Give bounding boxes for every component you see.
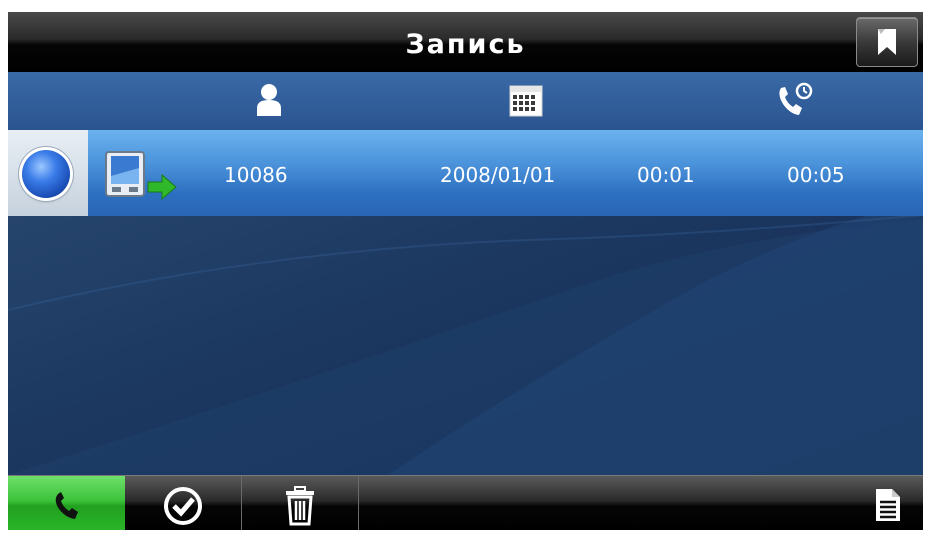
delete-button[interactable] bbox=[242, 476, 358, 530]
record-time: 00:01 bbox=[637, 163, 695, 187]
person-icon bbox=[257, 84, 281, 116]
document-icon bbox=[876, 488, 900, 521]
menu-button[interactable] bbox=[827, 476, 923, 530]
column-header bbox=[8, 72, 923, 131]
back-flag-icon bbox=[878, 29, 896, 55]
title-bar: Запись bbox=[8, 12, 923, 72]
trash-icon bbox=[286, 485, 314, 525]
record-row[interactable]: 10086 2008/01/01 00:01 00:05 bbox=[8, 130, 923, 216]
bottom-toolbar bbox=[8, 475, 923, 530]
selection-radio[interactable] bbox=[22, 150, 70, 198]
confirm-button[interactable] bbox=[125, 476, 241, 530]
select-cell[interactable] bbox=[8, 130, 88, 216]
record-duration: 00:05 bbox=[787, 163, 845, 187]
calendar-icon bbox=[509, 85, 543, 117]
app-screen: Запись 10086 2008/01/01 00:01 00:05 bbox=[8, 12, 923, 530]
page-title: Запись bbox=[405, 29, 526, 60]
record-number: 10086 bbox=[224, 163, 288, 187]
call-button[interactable] bbox=[8, 476, 125, 530]
record-date: 2008/01/01 bbox=[440, 163, 556, 187]
back-button[interactable] bbox=[856, 17, 918, 67]
toolbar-divider bbox=[358, 476, 359, 530]
checkmark-icon bbox=[164, 486, 202, 525]
outgoing-call-icon bbox=[105, 151, 177, 200]
call-duration-icon bbox=[779, 82, 813, 115]
records-list: 10086 2008/01/01 00:01 00:05 bbox=[8, 130, 923, 475]
phone-icon bbox=[55, 491, 78, 519]
